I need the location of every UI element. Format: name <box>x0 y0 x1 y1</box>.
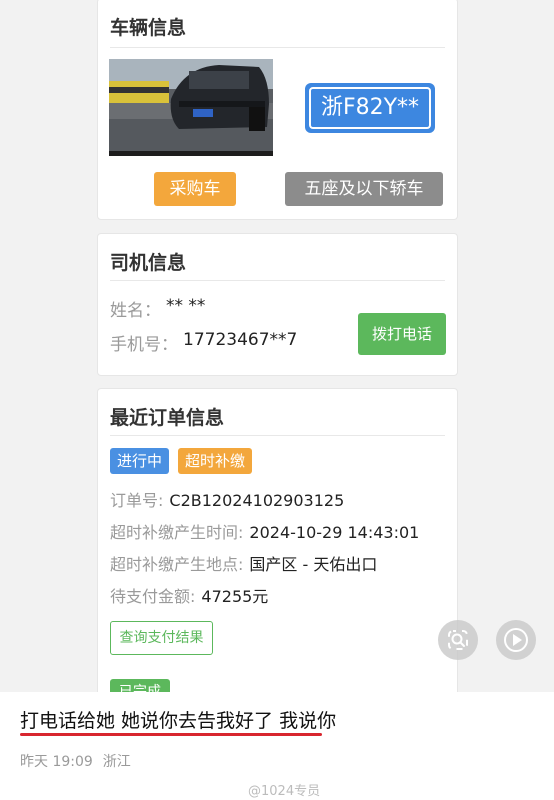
status-badge-overtime: 超时补缴 <box>178 448 253 474</box>
overtime-time-value: 2024-10-29 14:43:01 <box>249 523 420 542</box>
driver-name-value: ** ** <box>166 296 206 316</box>
status-badge-in-progress: 进行中 <box>110 448 170 474</box>
driver-card-title: 司机信息 <box>110 252 187 274</box>
vehicle-info-card: 车辆信息 浙F82Y** 采购车 五座及以下轿车 <box>97 0 458 220</box>
watermark: @1024专员 <box>248 784 321 799</box>
divider <box>110 280 445 281</box>
overtime-place-row: 超时补缴产生地点: 国产区 - 天佑出口 <box>110 551 377 575</box>
divider <box>110 47 445 48</box>
purchase-car-button[interactable]: 采购车 <box>154 172 236 206</box>
amount-due-label: 待支付金额: <box>110 587 196 606</box>
call-button[interactable]: 拨打电话 <box>358 313 446 355</box>
driver-phone-value: 17723467**7 <box>183 330 298 350</box>
amount-due-value: 47255元 <box>201 587 269 606</box>
license-plate: 浙F82Y** <box>305 83 435 133</box>
post-footer: 打电话给她 她说你去告我好了 我说你 昨天 19:09 浙江 @1024专员 <box>0 692 554 800</box>
post-caption: 打电话给她 她说你去告我好了 我说你 <box>20 710 337 732</box>
play-button[interactable] <box>496 620 536 660</box>
phone-screenshot: 车辆信息 浙F82Y** 采购车 五座及以下轿车 司机信息 姓名： ** ** … <box>0 0 554 692</box>
play-icon <box>504 628 528 652</box>
car-photo <box>109 59 273 156</box>
overtime-time-label: 超时补缴产生时间: <box>110 523 244 542</box>
overtime-time-row: 超时补缴产生时间: 2024-10-29 14:43:01 <box>110 519 419 543</box>
vehicle-card-title: 车辆信息 <box>110 17 187 39</box>
overtime-place-label: 超时补缴产生地点: <box>110 555 244 574</box>
order-number-label: 订单号: <box>110 491 164 510</box>
car-photo-illustration <box>109 59 273 156</box>
image-search-button[interactable] <box>438 620 478 660</box>
status-badge-completed: 已完成 <box>110 679 170 692</box>
lens-icon <box>448 630 468 650</box>
post-time: 昨天 19:09 <box>20 754 93 770</box>
divider <box>110 435 445 436</box>
order-card-title: 最近订单信息 <box>110 407 225 429</box>
order-number-row: 订单号: C2B12024102903125 <box>110 487 344 511</box>
overtime-place-value: 国产区 - 天佑出口 <box>249 555 378 574</box>
order-info-card: 最近订单信息 进行中 超时补缴 订单号: C2B12024102903125 超时… <box>97 388 458 692</box>
driver-phone-label: 手机号： <box>110 335 178 355</box>
license-plate-text: 浙F82Y** <box>309 87 431 129</box>
caption-highlight-underline <box>20 733 322 736</box>
post-location: 浙江 <box>102 754 131 770</box>
query-payment-button[interactable]: 查询支付结果 <box>110 621 213 655</box>
driver-name-label: 姓名： <box>110 301 161 321</box>
amount-due-row: 待支付金额: 47255元 <box>110 583 268 607</box>
order-number-value: C2B12024102903125 <box>169 491 345 510</box>
driver-info-card: 司机信息 姓名： ** ** 手机号： 17723467**7 拨打电话 <box>97 233 458 376</box>
post-meta: 昨天 19:09 浙江 <box>20 751 131 771</box>
car-type-button[interactable]: 五座及以下轿车 <box>285 172 443 206</box>
